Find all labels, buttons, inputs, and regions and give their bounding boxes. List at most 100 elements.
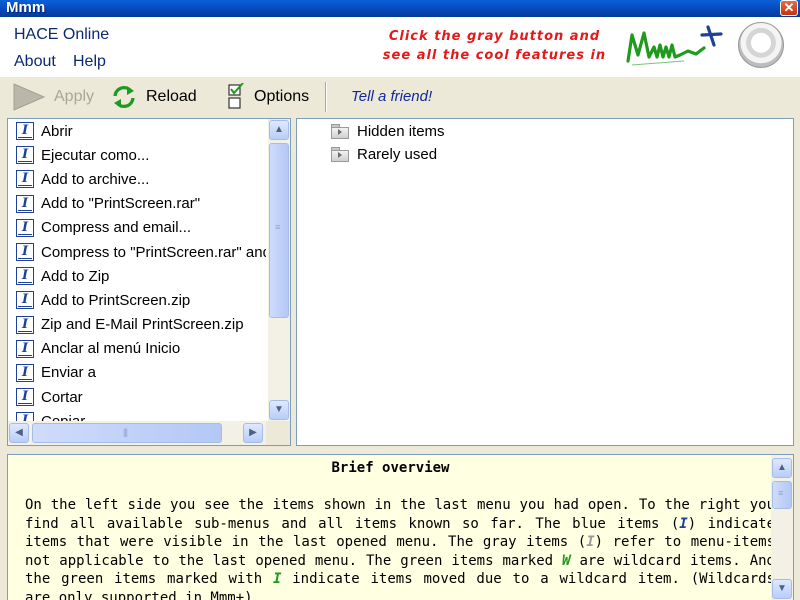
chevron-right-icon: ▶: [249, 427, 257, 438]
list-item-label: Add to Zip: [41, 267, 110, 285]
list-item[interactable]: I Zip and E-Mail PrintScreen.zip: [8, 313, 266, 337]
menu-area: HACE Online About Help Click the gray bu…: [0, 17, 800, 77]
left-vertical-scrollbar[interactable]: ▲ ≡ ▼: [268, 119, 290, 421]
list-item[interactable]: I Add to Zip: [8, 264, 266, 288]
chevron-down-icon: ▼: [777, 583, 787, 594]
blue-item-icon: I: [16, 146, 34, 165]
blue-item-icon: I: [16, 412, 34, 421]
promo-line-2: see all the cool features in: [382, 48, 607, 63]
list-item[interactable]: I Compress and email...: [8, 216, 266, 240]
apply-button[interactable]: Apply: [12, 83, 94, 111]
list-item[interactable]: I Add to "PrintScreen.rar": [8, 192, 266, 216]
list-item[interactable]: I Ejecutar como...: [8, 143, 266, 167]
blue-item-icon: I: [16, 243, 34, 262]
folder-icon: [331, 147, 349, 162]
play-icon: [13, 83, 46, 111]
blue-item-icon: I: [16, 170, 34, 189]
grip-icon: |||: [123, 427, 128, 437]
chevron-up-icon: ▲: [274, 124, 284, 135]
list-item[interactable]: I Compress to "PrintScreen.rar" and email: [8, 240, 266, 264]
list-item[interactable]: I Anclar al menú Inicio: [8, 337, 266, 361]
reload-label: Reload: [146, 88, 197, 105]
blue-item-icon: I: [16, 291, 34, 310]
blue-item-icon: I: [16, 339, 34, 358]
list-item-label: Compress to "PrintScreen.rar" and email: [41, 243, 266, 261]
menu-help[interactable]: Help: [73, 53, 106, 71]
tree-item-label: Hidden items: [357, 123, 445, 140]
tree-item-hidden-items[interactable]: Hidden items: [331, 123, 445, 140]
overview-text-part: On the left side you see the items shown…: [25, 497, 775, 532]
blue-item-icon: I: [16, 194, 34, 213]
tree-item-label: Rarely used: [357, 146, 438, 163]
reload-button[interactable]: Reload: [110, 83, 197, 111]
list-item[interactable]: I Add to PrintScreen.zip: [8, 288, 266, 312]
list-item[interactable]: I Copiar: [8, 409, 266, 421]
toolbar-separator: [325, 82, 327, 112]
wildcard-item-icon: W: [562, 552, 571, 569]
close-icon: ✕: [783, 0, 795, 15]
chevron-left-icon: ◀: [15, 427, 23, 438]
overview-scrollbar[interactable]: ▲ ≡ ▼: [771, 455, 793, 600]
grip-icon: ≡: [778, 488, 783, 498]
vertical-scroll-thumb[interactable]: ≡: [772, 481, 792, 509]
options-button[interactable]: Options: [226, 83, 309, 111]
list-item-label: Add to archive...: [41, 170, 150, 188]
list-item-label: Cortar: [41, 388, 83, 406]
list-item[interactable]: I Abrir: [8, 119, 266, 143]
close-button[interactable]: ✕: [780, 0, 798, 16]
promo-line-1: Click the gray button and: [388, 29, 601, 44]
promo-text: Click the gray button and see all the co…: [372, 27, 617, 65]
list-item-label: Enviar a: [41, 364, 97, 382]
scroll-right-button[interactable]: ▶: [243, 423, 263, 443]
chevron-up-icon: ▲: [777, 462, 787, 473]
gray-item-icon: I: [586, 534, 595, 550]
tree-item-rarely-used[interactable]: Rarely used: [331, 146, 437, 163]
menu-about[interactable]: About: [14, 53, 56, 71]
toolbar: Apply Reload Options Tell a friend!: [0, 77, 800, 117]
scroll-down-button[interactable]: ▼: [772, 579, 792, 599]
scroll-left-button[interactable]: ◀: [9, 423, 29, 443]
left-horizontal-scrollbar[interactable]: ◀ ||| ▶: [8, 421, 266, 445]
grip-icon: ≡: [275, 222, 280, 232]
blue-item-icon: I: [16, 363, 34, 382]
list-item[interactable]: I Cortar: [8, 385, 266, 409]
list-item-label: Ejecutar como...: [41, 146, 150, 164]
list-item-label: Anclar al menú Inicio: [41, 340, 181, 358]
list-item-label: Add to "PrintScreen.rar": [41, 195, 201, 213]
horizontal-scroll-thumb[interactable]: |||: [32, 423, 222, 443]
chevron-down-icon: ▼: [274, 404, 284, 415]
checkbox-options-icon: [228, 83, 244, 109]
tell-a-friend-link[interactable]: Tell a friend!: [351, 88, 432, 105]
scroll-up-button[interactable]: ▲: [269, 120, 289, 140]
blue-item-icon: I: [16, 267, 34, 286]
list-item-label: Compress and email...: [41, 219, 192, 237]
overview-title: Brief overview: [331, 460, 450, 476]
blue-item-icon: I: [16, 315, 34, 334]
blue-item-icon: I: [679, 515, 688, 532]
scroll-up-button[interactable]: ▲: [772, 458, 792, 478]
list-item-label: Zip and E-Mail PrintScreen.zip: [41, 316, 244, 334]
menu-hace-online[interactable]: HACE Online: [14, 26, 109, 44]
list-item-label: Copiar: [41, 413, 85, 421]
sub-menus-panel: Hidden items Rarely used: [296, 118, 794, 446]
scroll-corner: [266, 421, 290, 445]
vertical-scroll-thumb[interactable]: ≡: [269, 143, 289, 318]
blue-item-icon: I: [16, 218, 34, 237]
brief-overview-panel: Brief overview On the left side you see …: [7, 454, 794, 600]
scroll-down-button[interactable]: ▼: [269, 400, 289, 420]
list-item[interactable]: I Add to archive...: [8, 167, 266, 191]
overview-text: On the left side you see the items shown…: [25, 496, 775, 600]
gray-feature-button[interactable]: [738, 22, 784, 68]
mmm-plus-logo: [624, 21, 728, 73]
last-menu-items-list: I Abrir I Ejecutar como... I Add to archive..…: [8, 119, 266, 421]
list-item-label: Add to PrintScreen.zip: [41, 291, 191, 309]
last-menu-items-panel: I Abrir I Ejecutar como... I Add to archive..…: [7, 118, 291, 446]
list-item[interactable]: I Enviar a: [8, 361, 266, 385]
list-item-label: Abrir: [41, 122, 73, 140]
options-label: Options: [254, 88, 310, 105]
blue-item-icon: I: [16, 388, 34, 407]
blue-item-icon: I: [16, 122, 34, 141]
apply-label: Apply: [54, 88, 95, 105]
title-bar: Mmm ✕: [0, 0, 800, 17]
window-title: Mmm: [6, 0, 46, 16]
